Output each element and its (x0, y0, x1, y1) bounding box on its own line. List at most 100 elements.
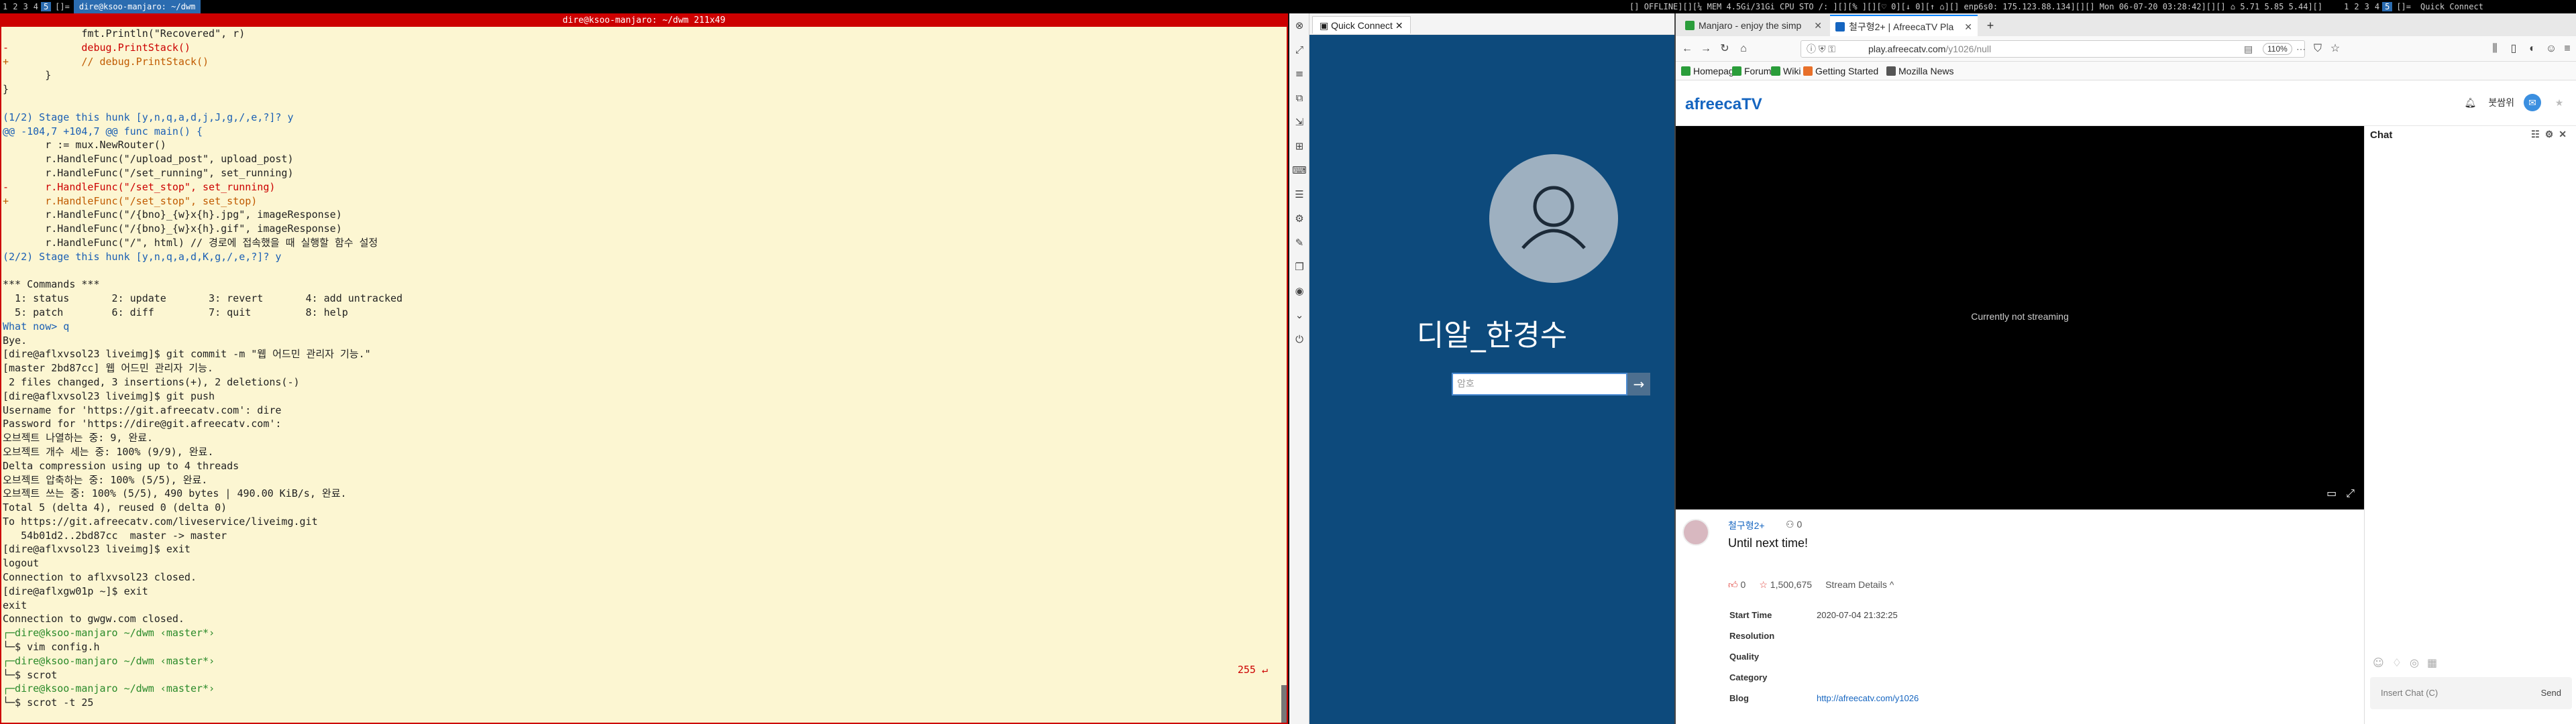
bookmark-star-icon[interactable]: ☆ (2328, 42, 2343, 56)
tools-icon[interactable]: ✎ (1289, 231, 1309, 255)
workspace-tag-2[interactable]: 2 (10, 2, 20, 11)
bj-avatar[interactable] (1682, 519, 1709, 546)
emoji-icon[interactable]: ☺ (2373, 656, 2392, 669)
like-button[interactable]: 👍︎ 0 (1728, 579, 1746, 591)
url-bar[interactable]: ⓘ ⛨ ⚿ play.afreecatv.com/y1026/null ▤ 11… (1801, 40, 2306, 58)
library-icon[interactable]: ⫼ (2487, 42, 2502, 56)
site-header: afreecaTV 🔔︎ 붓쌈위 ✉ ★ (1676, 80, 2576, 126)
dynamic-resolution-icon[interactable]: ⊞ (1289, 134, 1309, 158)
tab-quick-connect[interactable]: ▣ Quick Connect ✕ (1312, 16, 1411, 34)
extension-icon[interactable]: ◐ (2525, 42, 2540, 56)
user-list-icon[interactable]: ☷ (2531, 129, 2545, 139)
workspace-tag-monitor2-4[interactable]: 4 (2372, 2, 2382, 11)
terminal-line: 54b01d2..2bd87cc master -> master (3, 529, 227, 542)
menu-icon[interactable]: ≡ (1289, 62, 1309, 86)
send-button[interactable]: Send (2541, 686, 2561, 700)
duplicate-icon[interactable]: ❐ (1289, 255, 1309, 279)
bj-name-link[interactable]: 철구형2+ (1728, 519, 1765, 532)
fullscreen-icon[interactable]: ⤢ (1289, 38, 1309, 62)
header-user-name[interactable]: 붓쌈위 (2488, 96, 2514, 109)
terminal-scrollbar[interactable] (1281, 685, 1287, 723)
detail-link[interactable]: http://afreecatv.com/y1026 (1817, 693, 1919, 714)
workspace-tag-monitor2-3[interactable]: 3 (2362, 2, 2372, 11)
favorite-count[interactable]: ☆ 1,500,675 (1759, 579, 1812, 591)
browser-tab-active[interactable]: 철구형2+ | AfreecaTV Pla ✕ (1830, 15, 1978, 36)
firefox-window: Manjaro - enjoy the simp ✕ 철구형2+ | Afree… (1674, 13, 2576, 724)
broadcast-info: 철구형2+ ⚇ 0 Until next time! 👍︎ 0 ☆ 1,500,… (1676, 509, 2364, 724)
workspace-tag-5[interactable]: 5 (40, 2, 52, 11)
gift-icon[interactable]: ♢ (2392, 656, 2410, 669)
password-input[interactable]: 암호 (1452, 373, 1627, 396)
submit-arrow-button[interactable]: → (1627, 373, 1650, 396)
workspace-tag-monitor2-5[interactable]: 5 (2382, 2, 2393, 11)
notification-bell-icon[interactable]: 🔔︎ (2461, 94, 2479, 111)
workspace-tag-4[interactable]: 4 (31, 2, 41, 11)
remote-login-screen[interactable]: 디알_한경수 암호 → (1309, 35, 1674, 724)
workspace-tag-1[interactable]: 1 (0, 2, 10, 11)
disconnect-icon[interactable]: ⏻ (1289, 327, 1309, 351)
new-tab-button[interactable]: + (1982, 15, 1999, 36)
detail-row: Resolution (1729, 631, 1919, 652)
afreeca-favicon-icon (1835, 22, 1845, 32)
bookmark-wiki[interactable]: Wiki (1770, 62, 1801, 80)
stream-details-toggle[interactable]: Stream Details ^ (1825, 579, 1894, 591)
close-tab-icon[interactable]: ✕ (1395, 20, 1403, 31)
back-icon[interactable]: ← (1680, 42, 1695, 56)
list-icon[interactable]: ☰ (1289, 182, 1309, 206)
close-tab-icon[interactable]: ✕ (1814, 15, 1822, 36)
favorite-star-icon[interactable]: ★ (2551, 94, 2568, 111)
chevron-down-icon[interactable]: ⌄ (1289, 303, 1309, 327)
chat-bubble-icon[interactable]: ✉ (2524, 94, 2541, 111)
video-player[interactable]: Currently not streaming ▭ ⤢ (1676, 126, 2364, 509)
rdp-toolbar: ⊗ ⤢ ≡ ⧉ ⇲ ⊞ ⌨ ☰ ⚙ ✎ ❐ ◉ ⌄ ⏻ (1289, 13, 1309, 724)
site-info-icon[interactable]: ⓘ ⛨ ⚿ (1807, 41, 1835, 57)
settings-gear-icon[interactable]: ⚙ (2545, 129, 2559, 139)
more-actions-icon[interactable]: ⋯ (2296, 41, 2306, 57)
terminal-line: @@ -104,7 +104,7 @@ func main() { (3, 125, 203, 137)
bookmark-mozilla-news[interactable]: Mozilla News (1885, 62, 1953, 80)
browser-tab[interactable]: Manjaro - enjoy the simp ✕ (1680, 15, 1827, 36)
terminal-line: - r.HandleFunc("/set_stop", set_running) (3, 180, 276, 193)
bookmark-label: Wiki (1783, 66, 1801, 76)
balloon-icon[interactable]: ◎ (2410, 656, 2427, 669)
detail-row: Category (1729, 672, 1919, 693)
camera-icon[interactable]: ◉ (1289, 279, 1309, 303)
navigation-toolbar: ← → ↻ ⌂ ⓘ ⛨ ⚿ play.afreecatv.com/y1026/n… (1676, 36, 2576, 62)
close-icon[interactable]: ✕ (2559, 129, 2572, 139)
terminal-line: r.HandleFunc("/{bno}_{w}x{h}.jpg", image… (3, 208, 342, 221)
afreeca-logo[interactable]: afreecaTV (1685, 95, 1762, 114)
chat-placeholder: Insert Chat (C) (2381, 688, 2438, 698)
keyboard-icon[interactable]: ⌨ (1289, 158, 1309, 182)
scale-icon[interactable]: ⇲ (1289, 110, 1309, 134)
workspace-tag-3[interactable]: 3 (20, 2, 30, 11)
home-icon[interactable]: ⌂ (1736, 42, 1751, 56)
reader-view-icon[interactable]: ▤ (2244, 41, 2253, 57)
workspace-tag-monitor2-1[interactable]: 1 (2341, 2, 2351, 11)
theater-mode-icon[interactable]: ▭ (2326, 487, 2337, 500)
account-icon[interactable]: ☺ (2544, 42, 2559, 56)
tab-label: Manjaro - enjoy the simp (1699, 20, 1802, 31)
chat-input[interactable]: Insert Chat (C) Send (2370, 677, 2572, 709)
sidebar-icon[interactable]: ▯ (2506, 42, 2521, 56)
pocket-icon[interactable]: ⛉ (2310, 42, 2325, 56)
layout-indicator[interactable]: []= (51, 2, 74, 11)
bookmark-getting-started[interactable]: Getting Started (1802, 62, 1878, 80)
screenshot-icon[interactable]: ⧉ (1289, 86, 1309, 110)
workspace-tag-monitor2-2[interactable]: 2 (2351, 2, 2361, 11)
layout-indicator-2[interactable]: []= (2392, 2, 2415, 11)
terminal-line: 5: patch 6: diff 7: quit 8: help (3, 306, 348, 318)
reload-icon[interactable]: ↻ (1717, 42, 1732, 56)
terminal-line: } (3, 83, 9, 96)
app-menu-icon[interactable]: ≡ (2560, 42, 2575, 56)
zoom-level-badge[interactable]: 110% (2263, 43, 2292, 55)
preferences-icon[interactable]: ⚙ (1289, 206, 1309, 231)
terminal-output[interactable]: fmt.Println("Recovered", r) - debug.Print… (1, 27, 1287, 721)
image-icon[interactable]: ▦ (2427, 656, 2445, 669)
terminal-window[interactable]: dire@ksoo-manjaro: ~/dwm 211x49 fmt.Prin… (0, 13, 1288, 724)
bookmark-forum[interactable]: Forum (1731, 62, 1771, 80)
close-icon[interactable]: ⊗ (1289, 13, 1309, 38)
forward-icon[interactable]: → (1699, 42, 1713, 56)
close-tab-icon[interactable]: ✕ (1964, 16, 1972, 36)
fullscreen-icon[interactable]: ⤢ (2346, 487, 2355, 500)
